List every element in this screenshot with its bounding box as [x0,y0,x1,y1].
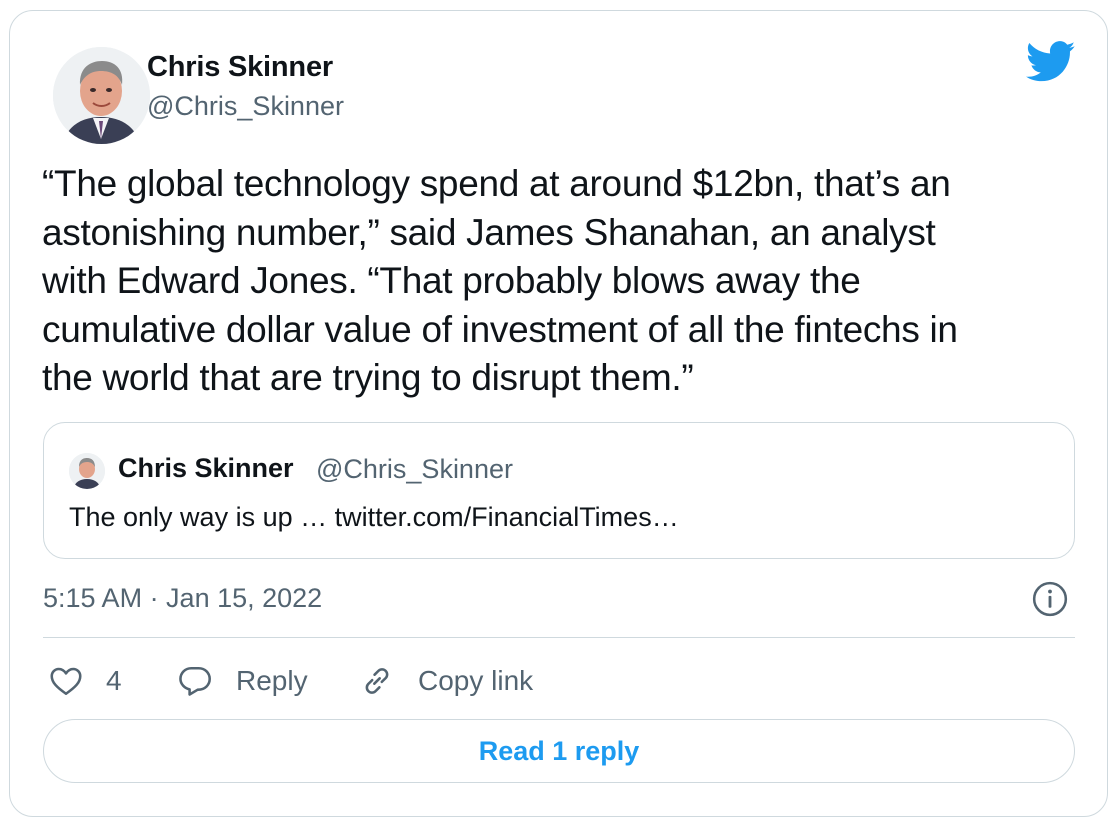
speech-bubble-icon [179,666,211,696]
info-icon[interactable] [1031,580,1069,618]
twitter-bird-icon[interactable] [1026,41,1076,83]
copy-link-label: Copy link [418,665,534,696]
author-avatar[interactable] [53,47,150,144]
quoted-tweet-text: The only way is up … twitter.com/Financi… [69,502,679,532]
quoted-author-name: Chris Skinner [118,453,294,483]
tweet-text: “The global technology spend at around $… [42,160,1087,403]
link-icon [365,668,389,694]
quoted-tweet[interactable]: Chris Skinner @Chris_Skinner The only wa… [43,422,1075,559]
like-count: 4 [106,665,122,696]
like-button[interactable]: 4 [48,657,122,705]
read-replies-button[interactable]: Read 1 reply [43,719,1075,783]
quoted-author-avatar [69,453,105,489]
avatar-portrait-icon [69,453,105,489]
author-handle[interactable]: @Chris_Skinner [147,91,344,122]
quoted-author-handle: @Chris_Skinner [316,454,513,484]
heart-icon [50,667,82,696]
tweet-text-line: the world that are trying to disrupt the… [42,357,694,398]
author-name[interactable]: Chris Skinner [147,51,333,84]
avatar-portrait-icon [53,47,150,144]
reply-label: Reply [236,665,308,696]
tweet-text-line: astonishing number,” said James Shanahan… [42,211,936,253]
tweet-text-line: “The global technology spend at around $… [42,163,951,204]
tweet-text-line: with Edward Jones. “That probably blows … [42,260,861,301]
copy-link-button[interactable]: Copy link [359,657,533,705]
tweet-timestamp[interactable]: 5:15 AM · Jan 15, 2022 [43,583,322,614]
tweet-card: Chris Skinner @Chris_Skinner “The global… [9,10,1108,817]
divider [43,637,1075,638]
reply-button[interactable]: Reply [177,657,308,705]
tweet-text-line: cumulative dollar value of investment of… [42,308,958,350]
